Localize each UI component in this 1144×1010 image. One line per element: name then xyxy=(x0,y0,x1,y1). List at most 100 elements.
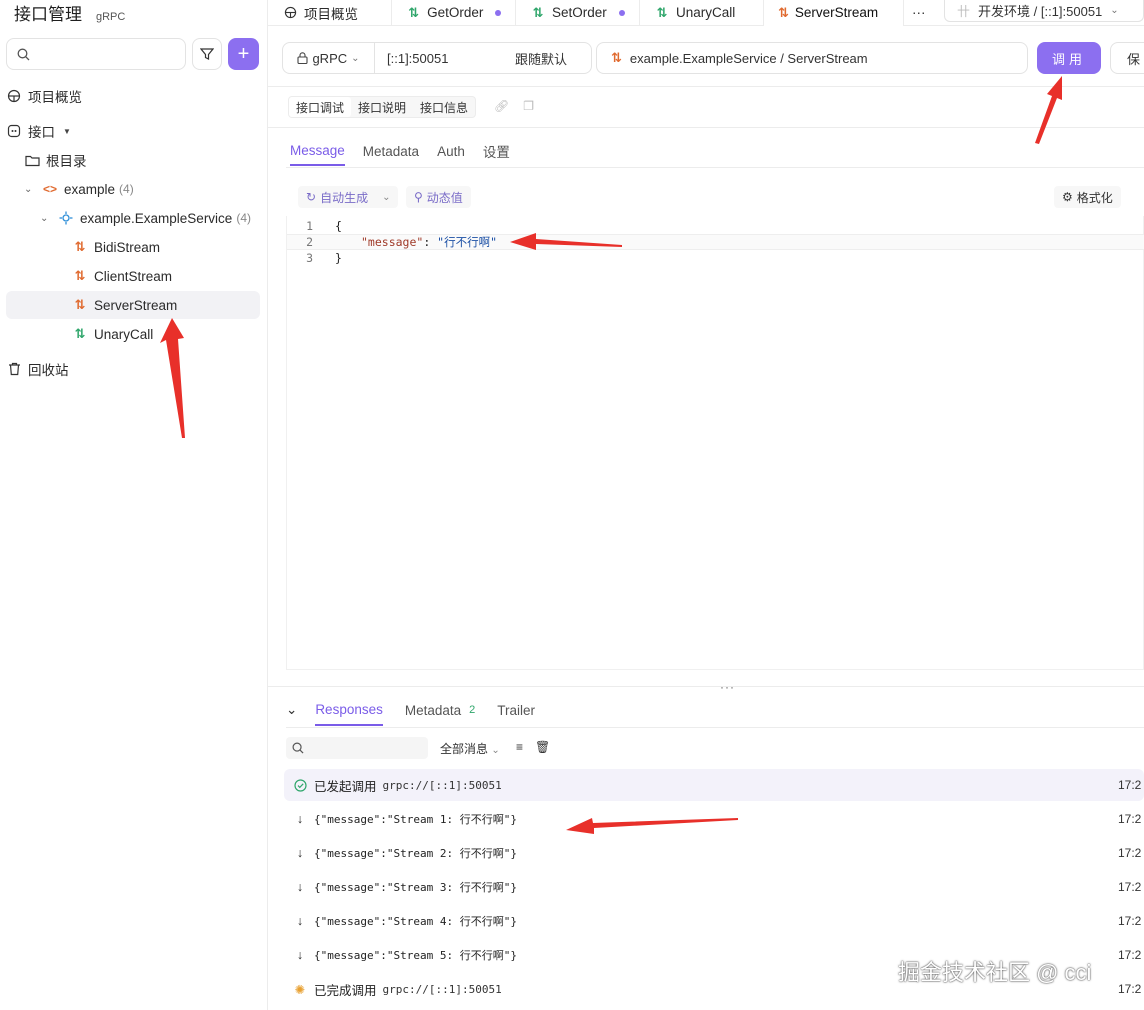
tree-method-serverstream[interactable]: ⇅ ServerStream xyxy=(6,291,260,319)
folder-icon xyxy=(24,152,40,168)
protocol-select[interactable]: gRPC ⌄ xyxy=(283,43,375,73)
protocol-host-group: gRPC ⌄ [::1]:50051 跟随默认 xyxy=(282,42,592,74)
stream-icon: ⇅ xyxy=(778,4,789,20)
copy-icon[interactable]: ❐ xyxy=(523,99,534,113)
response-row[interactable]: ↓ {"message":"Stream 1: 行不行啊"} 17:2 xyxy=(284,803,1144,835)
tree-item-label: example xyxy=(64,181,116,197)
filter-label: 全部消息 xyxy=(440,742,489,756)
tree-method-clientstream[interactable]: ⇅ ClientStream xyxy=(6,262,260,290)
response-row[interactable]: ↓ {"message":"Stream 3: 行不行啊"} 17:2 xyxy=(284,871,1144,903)
subtab-description[interactable]: 接口说明 xyxy=(351,97,413,117)
line-number: 1 xyxy=(306,219,313,233)
response-time: 17:2 xyxy=(1118,812,1142,826)
stream-icon: ⇅ xyxy=(611,50,622,65)
sidebar-search[interactable] xyxy=(6,38,186,70)
resize-handle[interactable]: ··· xyxy=(720,680,735,694)
tab-label: GetOrder xyxy=(427,5,484,20)
dynamic-value-button[interactable]: ⚲ 动态值 xyxy=(406,186,471,208)
tab-label: Metadata xyxy=(404,702,462,718)
collapse-icon[interactable]: ⌄ xyxy=(286,702,297,718)
clear-icon[interactable]: 🗑︎ xyxy=(535,740,550,754)
save-button[interactable]: 保 xyxy=(1110,42,1144,74)
tree-root-folder[interactable]: 根目录 xyxy=(6,146,260,174)
subtab-info[interactable]: 接口信息 xyxy=(413,97,475,117)
doc-subtabs: 接口调试 接口说明 接口信息 xyxy=(288,96,477,118)
tree-item-label: example.ExampleService xyxy=(80,210,233,226)
refresh-icon: ↻ xyxy=(306,190,317,204)
sidebar-item-interfaces[interactable]: 接口 ▼ xyxy=(6,117,260,145)
chevron-down-icon: ⌄ xyxy=(1110,5,1119,16)
search-icon xyxy=(17,48,30,60)
chevron-down-icon[interactable]: ⌄ xyxy=(40,213,52,224)
wrap-icon[interactable]: ≡ xyxy=(516,740,523,754)
tab-getorder[interactable]: ⇅ GetOrder xyxy=(392,0,516,26)
json-key: "message" xyxy=(361,235,424,249)
response-payload: {"message":"Stream 4: 行不行啊"} xyxy=(314,915,517,928)
count-badge: 2 xyxy=(469,704,476,716)
subtab-debug[interactable]: 接口调试 xyxy=(289,97,352,117)
response-row[interactable]: 已发起调用 grpc://[::1]:50051 17:2 xyxy=(284,769,1144,801)
auto-generate-button[interactable]: ↻ 自动生成 ⌄ xyxy=(298,186,399,208)
format-label: 格式化 xyxy=(1076,190,1113,205)
response-search[interactable] xyxy=(286,737,428,759)
code-text: "message": "行不行啊" xyxy=(361,234,497,250)
filter-button[interactable] xyxy=(192,38,222,70)
more-tabs-button[interactable]: ··· xyxy=(904,0,934,26)
link-icon[interactable]: 🔗︎ xyxy=(494,99,509,113)
format-button[interactable]: ⚙ 格式化 xyxy=(1054,186,1121,208)
tree-method-bidistream[interactable]: ⇅ BidiStream xyxy=(6,233,260,261)
unary-icon: ⇅ xyxy=(408,4,419,20)
tab-setorder[interactable]: ⇅ SetOrder xyxy=(516,0,640,26)
method-path-field[interactable]: ⇅ example.ExampleService / ServerStream xyxy=(596,42,1028,74)
tab-metadata[interactable]: Metadata xyxy=(363,136,419,166)
environment-select[interactable]: 卄 开发环境 / [::1]:50051 ⌄ xyxy=(944,0,1144,22)
code-line: 3 } xyxy=(287,250,1144,266)
sidebar-header: 接口管理 gRPC xyxy=(14,0,125,26)
response-time: 17:2 xyxy=(1118,914,1142,928)
sidebar-search-input[interactable] xyxy=(36,47,176,61)
tree-method-unarycall[interactable]: ⇅ UnaryCall xyxy=(6,320,260,348)
code-line: 2 "message": "行不行啊" xyxy=(287,234,1144,250)
arrow-down-icon: ↓ xyxy=(296,914,304,928)
watermark: 掘金技术社区 @ cci xyxy=(898,960,1092,985)
tree-package-example[interactable]: ⌄ <> example (4) xyxy=(6,175,260,203)
tab-overview[interactable]: 项目概览 xyxy=(268,0,392,26)
caret-down-icon[interactable]: ▼ xyxy=(63,127,71,136)
sidebar-subtitle: gRPC xyxy=(96,11,126,23)
tab-serverstream[interactable]: ⇅ ServerStream xyxy=(764,0,904,26)
chevron-down-icon[interactable]: ⌄ xyxy=(24,184,36,195)
format-icon: ⚙ xyxy=(1062,190,1073,204)
magic-wand-icon: ⚲ xyxy=(414,190,423,204)
tab-auth[interactable]: Auth xyxy=(437,136,465,166)
tree-item-label: BidiStream xyxy=(94,239,161,255)
tree-service[interactable]: ⌄ example.ExampleService (4) xyxy=(6,204,260,232)
response-row[interactable]: ↓ {"message":"Stream 2: 行不行啊"} 17:2 xyxy=(284,837,1144,869)
code-text: { xyxy=(335,219,342,233)
message-filter-select[interactable]: 全部消息 ⌄ xyxy=(440,740,500,757)
sidebar-item-recycle[interactable]: 回收站 xyxy=(6,355,260,383)
chevron-down-icon[interactable]: ⌄ xyxy=(382,192,390,203)
response-status: 已发起调用 xyxy=(314,779,377,794)
call-button[interactable]: 调用 xyxy=(1037,42,1101,74)
tab-trailer[interactable]: Trailer xyxy=(497,694,535,726)
add-button[interactable]: + xyxy=(228,38,259,70)
tab-message[interactable]: Message xyxy=(290,136,345,166)
response-payload: {"message":"Stream 1: 行不行啊"} xyxy=(314,813,517,826)
protocol-label: gRPC xyxy=(312,50,348,66)
response-row[interactable]: ↓ {"message":"Stream 4: 行不行啊"} 17:2 xyxy=(284,905,1144,937)
response-search-input[interactable] xyxy=(310,741,420,755)
tab-settings[interactable]: 设置 xyxy=(483,136,510,166)
response-time: 17:2 xyxy=(1118,982,1142,996)
divider xyxy=(268,127,1144,128)
host-value[interactable]: [::1]:50051 xyxy=(375,51,515,66)
tab-unarycall[interactable]: ⇅ UnaryCall xyxy=(640,0,764,26)
sidebar-item-overview[interactable]: 项目概览 xyxy=(6,82,260,110)
api-icon xyxy=(6,123,22,139)
response-url: grpc://[::1]:50051 xyxy=(382,982,502,996)
tab-response-metadata[interactable]: Metadata 2 xyxy=(405,694,475,726)
tab-responses[interactable]: Responses xyxy=(315,694,383,726)
sidebar-item-label: 回收站 xyxy=(28,363,69,378)
follow-default-label[interactable]: 跟随默认 xyxy=(515,49,567,68)
message-editor[interactable]: 1 { 2 "message": "行不行啊" 3 } xyxy=(286,216,1144,670)
json-colon: : xyxy=(423,235,438,249)
